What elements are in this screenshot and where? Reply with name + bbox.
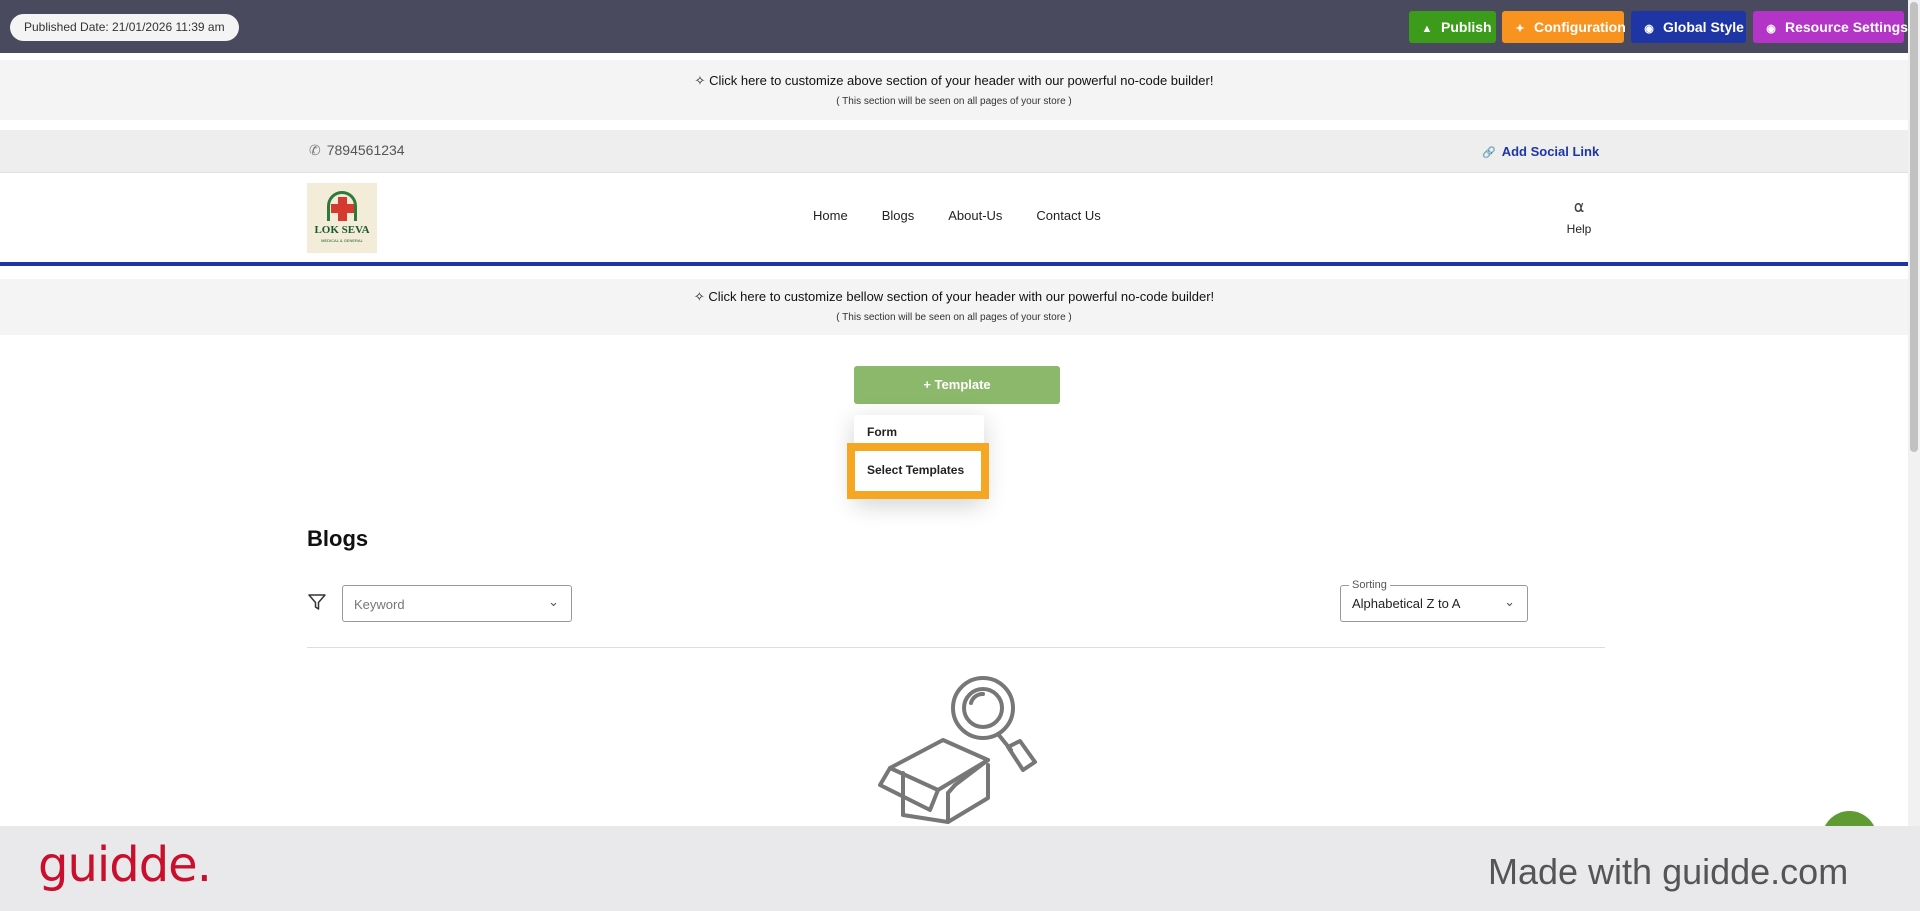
chevron-down-icon: ⌄ (1504, 594, 1515, 609)
phone-icon: ✆ (309, 142, 321, 158)
sparkle-icon: ✧ (693, 289, 709, 304)
customize-above-subtext: ( This section will be seen on all pages… (836, 96, 1072, 107)
chevron-down-icon: ⌄ (548, 594, 559, 609)
add-social-link[interactable]: 🔗 Add Social Link (1482, 144, 1599, 159)
page-scrollbar[interactable] (1908, 0, 1920, 826)
help-label: Help (1566, 222, 1592, 236)
top-toolbar: Published Date: 21/01/2026 11:39 am ▲ Pub… (0, 0, 1908, 53)
configuration-button[interactable]: ✦ Configuration (1502, 11, 1626, 43)
nav-item-blogs[interactable]: Blogs (882, 208, 915, 223)
nav-item-contact-us[interactable]: Contact Us (1036, 208, 1100, 223)
logo-tagline: MEDICAL & GENERAL (321, 238, 363, 243)
scrollbar-thumb[interactable] (1910, 2, 1918, 452)
filter-icon[interactable] (307, 592, 327, 617)
guidde-logo: guidde. (38, 837, 212, 893)
globe-icon: ◉ (1766, 23, 1776, 35)
made-with-text: Made with guidde.com (1488, 851, 1849, 892)
add-template-button[interactable]: + Template (854, 366, 1060, 404)
resource-settings-button[interactable]: ◉ Resource Settings (1753, 11, 1908, 43)
divider (307, 647, 1605, 648)
menu-item-select-templates[interactable]: Select Templates (847, 443, 989, 499)
keyword-select[interactable]: Keyword ⌄ (342, 585, 572, 622)
header-bottom-customize-band[interactable]: ✧ Click here to customize bellow section… (0, 279, 1908, 335)
globe-icon: ◉ (1644, 23, 1654, 35)
main-nav: Home Blogs About-Us Contact Us (813, 208, 1135, 223)
headset-icon: ⍺ (1573, 199, 1585, 216)
sparkle-icon: ✧ (694, 73, 710, 88)
menu-item-form[interactable]: Form (867, 425, 897, 439)
template-dropdown-menu: Form Select Templates (847, 415, 989, 499)
header-top-customize-band[interactable]: ✧ Click here to customize above section … (0, 60, 1908, 120)
contact-bar: ✆ 7894561234 🔗 Add Social Link (0, 130, 1908, 173)
phone-number[interactable]: ✆ 7894561234 (309, 142, 405, 159)
customize-below-text: Click here to customize bellow section o… (708, 289, 1215, 304)
blogs-heading: Blogs (307, 526, 369, 551)
global-style-button[interactable]: ◉ Global Style (1631, 11, 1746, 43)
sorting-label: Sorting (1349, 579, 1390, 591)
publish-button[interactable]: ▲ Publish (1409, 11, 1496, 43)
empty-box-illustration (870, 670, 1050, 835)
keyword-placeholder: Keyword (354, 597, 405, 612)
link-icon: 🔗 (1482, 147, 1496, 159)
sparkle-icon: ✦ (1515, 23, 1525, 35)
site-header: LOK SEVA MEDICAL & GENERAL Home Blogs Ab… (0, 173, 1908, 266)
sorting-value: Alphabetical Z to A (1352, 596, 1461, 611)
megaphone-icon: ▲ (1421, 23, 1433, 35)
nav-item-about-us[interactable]: About-Us (948, 208, 1002, 223)
customize-below-subtext: ( This section will be seen on all pages… (836, 312, 1072, 323)
published-date-badge: Published Date: 21/01/2026 11:39 am (10, 14, 239, 41)
nav-item-home[interactable]: Home (813, 208, 848, 223)
sorting-select[interactable]: Sorting Alphabetical Z to A ⌄ (1340, 579, 1528, 622)
logo-name: LOK SEVA (314, 224, 370, 236)
customize-above-text: Click here to customize above section of… (709, 73, 1214, 88)
help-button[interactable]: ⍺ Help (1564, 197, 1594, 236)
guidde-footer: guidde. Made with guidde.com (0, 826, 1920, 911)
store-logo[interactable]: LOK SEVA MEDICAL & GENERAL (307, 183, 377, 253)
